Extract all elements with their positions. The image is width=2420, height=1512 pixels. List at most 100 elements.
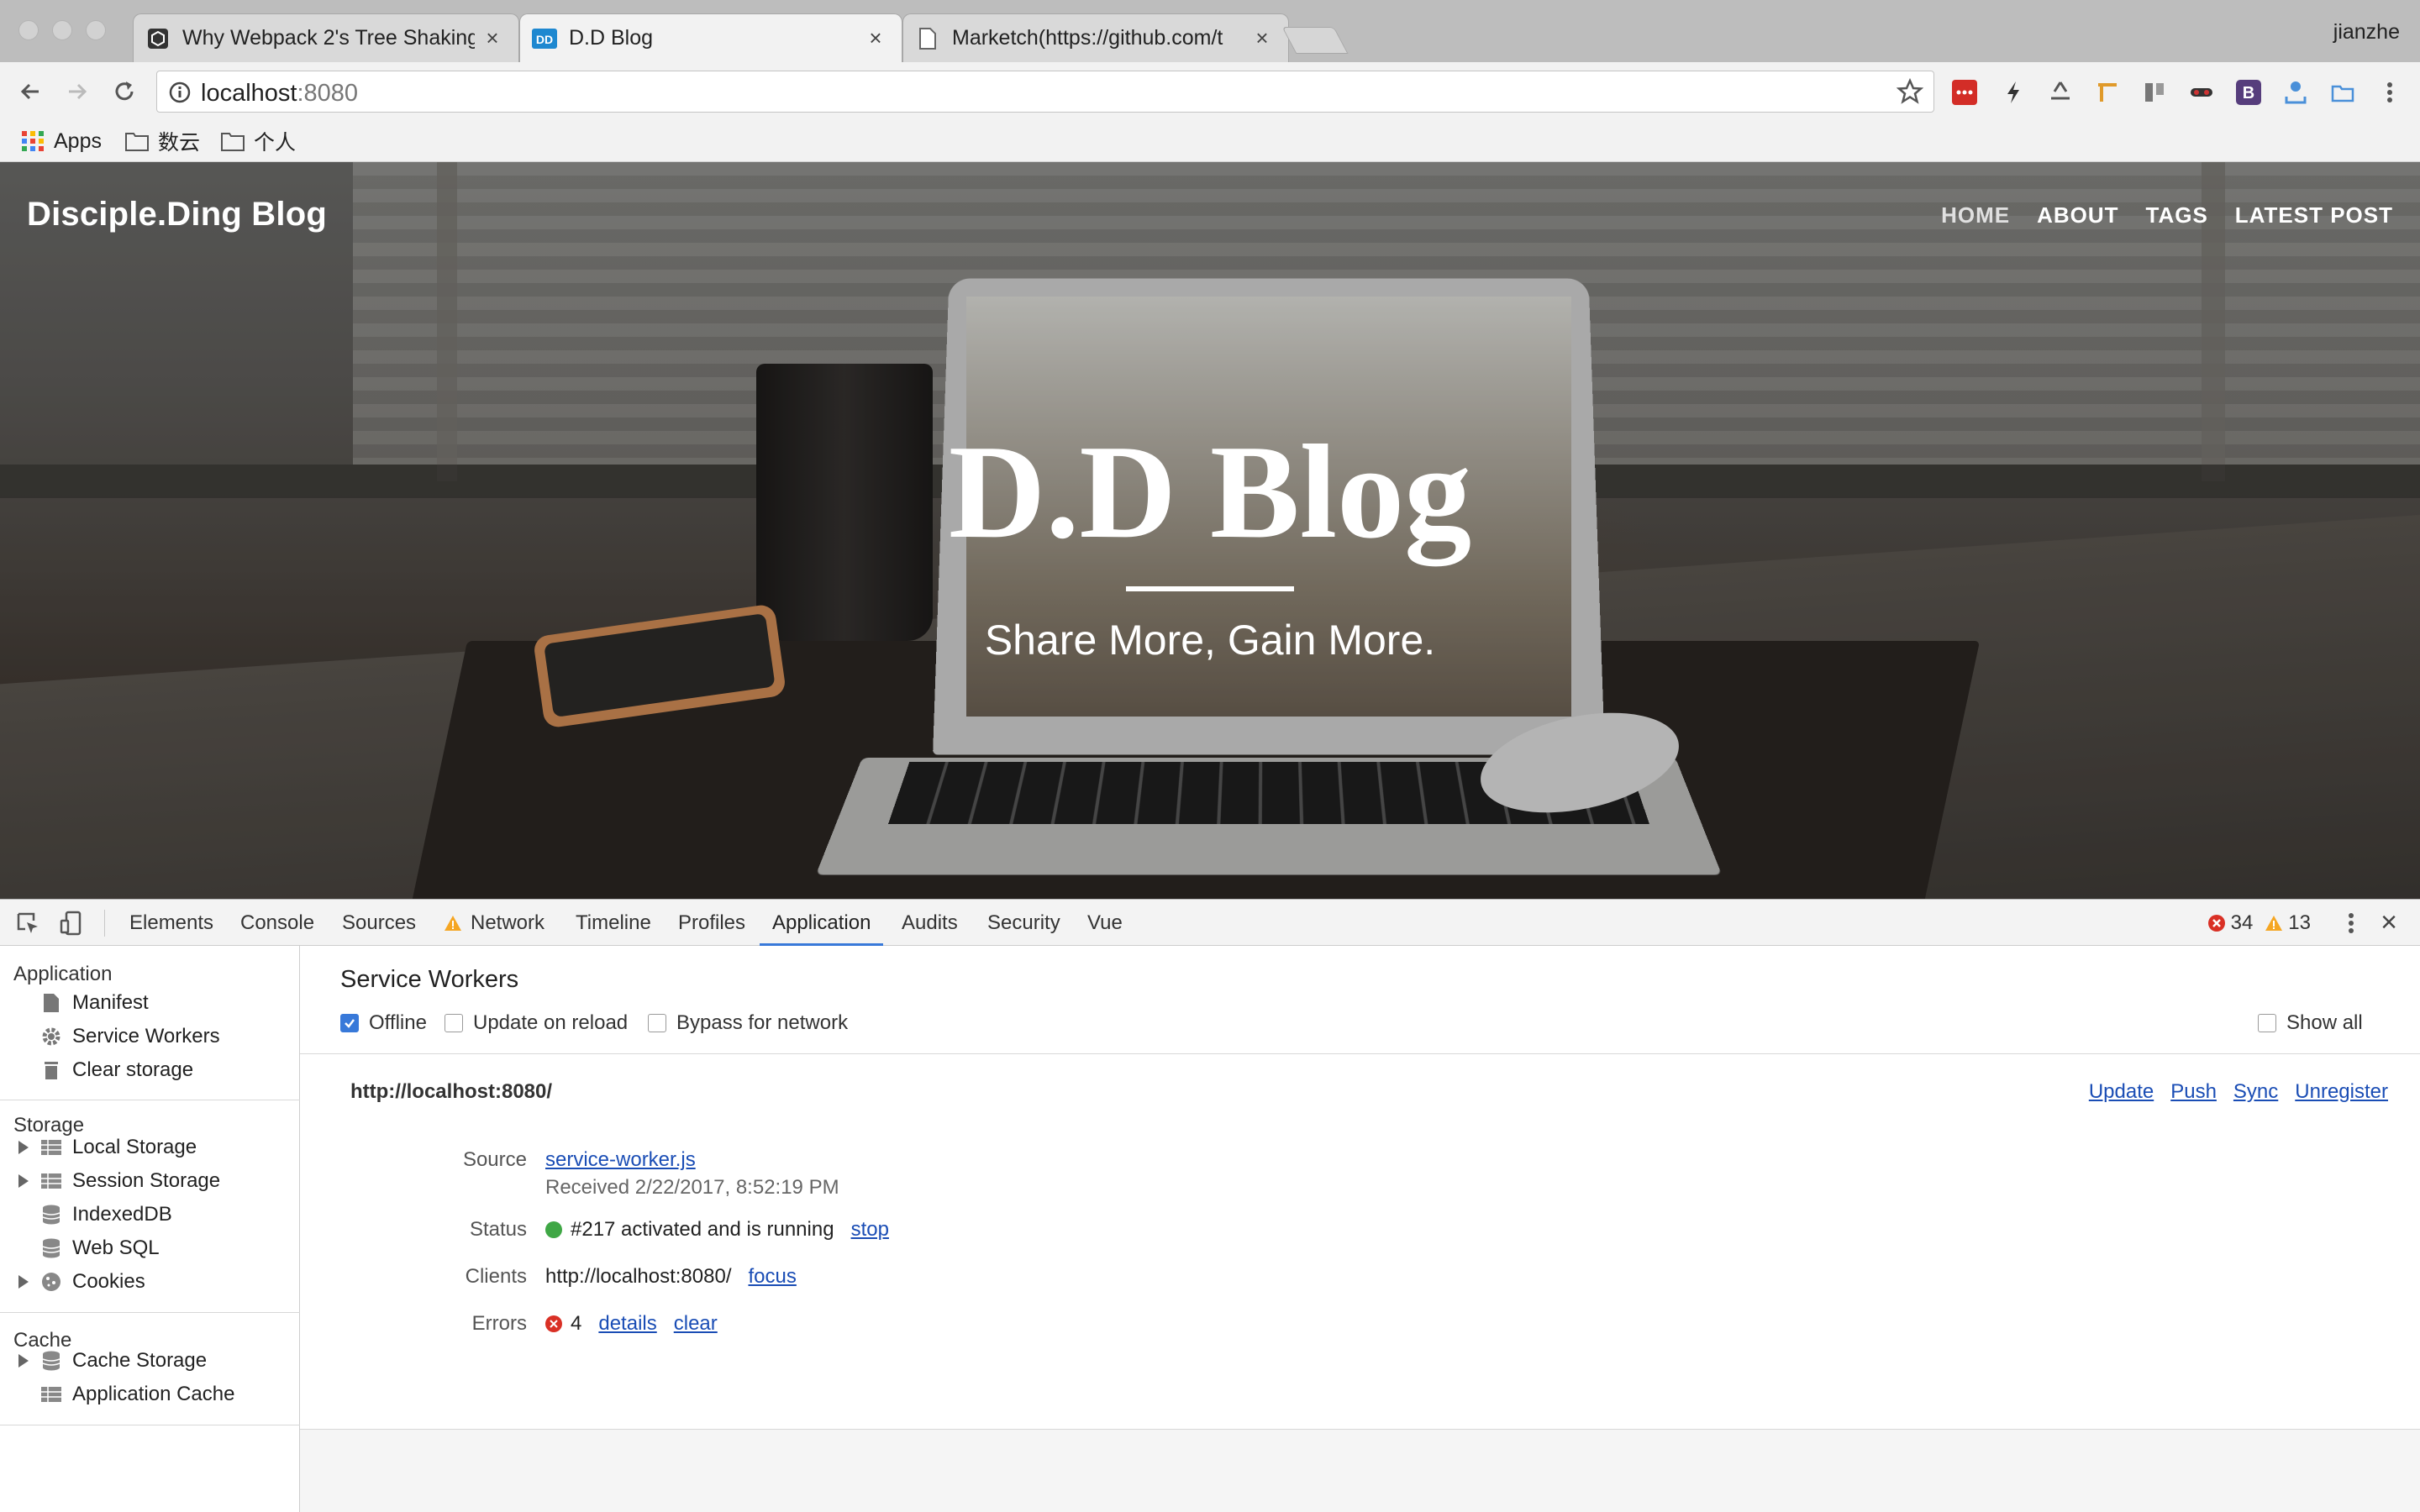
close-tab-icon[interactable]: × — [1251, 25, 1273, 50]
push-link[interactable]: Push — [2170, 1080, 2217, 1104]
bookmark-folder-geren[interactable]: 个人 — [220, 126, 296, 156]
folder-extension-icon[interactable] — [2329, 79, 2356, 106]
browser-tab-marketch[interactable]: Marketch(https://github.com/t × — [902, 13, 1289, 62]
blog-brand-link[interactable]: Disciple.Ding Blog — [27, 196, 327, 234]
browser-menu-icon[interactable] — [2376, 79, 2403, 106]
sidebar-item-indexeddb[interactable]: IndexedDB — [40, 1200, 172, 1230]
browser-tab-dd-blog[interactable]: DD D.D Blog × — [519, 13, 902, 62]
device-toolbar-icon[interactable] — [57, 910, 86, 937]
tab-network[interactable]: Network — [444, 900, 544, 946]
focus-link[interactable]: focus — [748, 1265, 796, 1289]
tab-application[interactable]: Application — [760, 900, 884, 946]
source-file-link[interactable]: service-worker.js — [545, 1148, 696, 1172]
cookie-icon — [42, 1273, 60, 1291]
document-icon — [915, 26, 940, 51]
tab-elements[interactable]: Elements — [129, 900, 213, 946]
sidebar-item-manifest[interactable]: Manifest — [40, 988, 149, 1018]
expand-triangle-icon[interactable] — [18, 1275, 29, 1289]
database-icon — [42, 1205, 60, 1225]
sidebar-item-session-storage[interactable]: Session Storage — [40, 1166, 220, 1196]
lastpass-extension-icon[interactable] — [1951, 79, 1978, 106]
update-on-reload-checkbox[interactable]: Update on reload — [445, 1011, 628, 1035]
update-link[interactable]: Update — [2089, 1080, 2154, 1104]
nav-latest-post-link[interactable]: LATEST POST — [2235, 202, 2393, 228]
folder-icon — [125, 133, 149, 151]
window-maximize-button[interactable] — [86, 20, 106, 40]
tab-sources[interactable]: Sources — [342, 900, 416, 946]
sidebar-item-local-storage[interactable]: Local Storage — [40, 1132, 197, 1163]
browser-tab-strip: Why Webpack 2's Tree Shaking × DD D.D Bl… — [0, 0, 2420, 62]
address-bar[interactable]: localhost:8080 — [156, 71, 1934, 113]
inspect-element-icon[interactable] — [13, 910, 42, 937]
ruler-extension-icon[interactable] — [2094, 79, 2121, 106]
errors-value: 4 details clear — [545, 1312, 718, 1336]
blog-hero: Disciple.Ding Blog HOME ABOUT TAGS LATES… — [0, 162, 2420, 899]
incognito-extension-icon[interactable] — [2188, 79, 2215, 106]
tab-audits[interactable]: Audits — [902, 900, 958, 946]
warning-icon — [445, 915, 461, 931]
database-icon — [42, 1238, 60, 1258]
warning-icon — [2265, 916, 2283, 931]
offline-checkbox[interactable]: Offline — [340, 1011, 427, 1035]
hero-subtitle: Share More, Gain More. — [984, 617, 1436, 664]
download-extension-icon[interactable] — [2282, 79, 2309, 106]
panel-divider — [300, 1053, 2420, 1054]
bootstrap-extension-icon[interactable]: B — [2235, 79, 2262, 106]
client-url: http://localhost:8080/ — [545, 1265, 732, 1288]
console-counts[interactable]: 34 13 — [2207, 911, 2311, 935]
tab-vue[interactable]: Vue — [1087, 900, 1123, 946]
bookmark-folder-shuyun[interactable]: 数云 — [124, 126, 200, 156]
bookmark-star-icon[interactable] — [1897, 78, 1923, 105]
checkbox-unchecked-icon[interactable] — [2258, 1014, 2276, 1032]
sidebar-item-cache-storage[interactable]: Cache Storage — [40, 1346, 207, 1376]
info-icon[interactable] — [169, 81, 191, 103]
hero-divider — [1126, 586, 1294, 591]
nav-tags-link[interactable]: TAGS — [2146, 202, 2208, 228]
tab-security[interactable]: Security — [987, 900, 1060, 946]
sidebar-item-web-sql[interactable]: Web SQL — [40, 1233, 160, 1263]
recycle-extension-icon[interactable] — [2047, 79, 2074, 106]
show-all-checkbox[interactable]: Show all — [2258, 1011, 2363, 1035]
forward-button[interactable] — [60, 75, 94, 108]
checkbox-unchecked-icon[interactable] — [648, 1014, 666, 1032]
nav-about-link[interactable]: ABOUT — [2037, 202, 2118, 228]
new-tab-button[interactable] — [1281, 27, 1349, 54]
window-close-button[interactable] — [18, 20, 39, 40]
lightning-extension-icon[interactable] — [2000, 79, 2027, 106]
close-tab-icon[interactable]: × — [865, 25, 886, 50]
expand-triangle-icon[interactable] — [18, 1141, 29, 1154]
error-count: 34 — [2230, 911, 2254, 934]
profile-name[interactable]: jianzhe — [2333, 20, 2400, 45]
tab-timeline[interactable]: Timeline — [576, 900, 651, 946]
reload-button[interactable] — [108, 75, 141, 108]
sidebar-item-clear-storage[interactable]: Clear storage — [40, 1055, 193, 1085]
tab-profiles[interactable]: Profiles — [678, 900, 745, 946]
checkbox-unchecked-icon[interactable] — [445, 1014, 463, 1032]
nav-home-link[interactable]: HOME — [1941, 202, 2010, 228]
close-tab-icon[interactable]: × — [481, 25, 503, 50]
expand-triangle-icon[interactable] — [18, 1174, 29, 1188]
devtools-menu-icon[interactable] — [2341, 910, 2361, 937]
sidebar-item-cookies[interactable]: Cookies — [40, 1267, 145, 1297]
error-details-link[interactable]: details — [598, 1312, 656, 1336]
back-button[interactable] — [13, 75, 47, 108]
tab-console[interactable]: Console — [240, 900, 314, 946]
sync-link[interactable]: Sync — [2233, 1080, 2278, 1104]
checkbox-checked-icon[interactable] — [340, 1014, 359, 1032]
stop-link[interactable]: stop — [851, 1218, 889, 1242]
window-minimize-button[interactable] — [52, 20, 72, 40]
close-devtools-icon[interactable]: × — [2375, 906, 2403, 938]
sidebar-item-application-cache[interactable]: Application Cache — [40, 1379, 234, 1410]
tab-title: D.D Blog — [569, 26, 654, 50]
browser-tab-webpack[interactable]: Why Webpack 2's Tree Shaking × — [133, 13, 519, 62]
bypass-for-network-checkbox[interactable]: Bypass for network — [648, 1011, 848, 1035]
reader-extension-icon[interactable] — [2141, 79, 2168, 106]
sidebar-divider — [0, 1312, 300, 1313]
error-clear-link[interactable]: clear — [674, 1312, 718, 1336]
unregister-link[interactable]: Unregister — [2295, 1080, 2388, 1104]
sidebar-item-service-workers[interactable]: Service Workers — [40, 1021, 220, 1052]
expand-triangle-icon[interactable] — [18, 1354, 29, 1368]
bookmark-apps[interactable]: Apps — [20, 126, 102, 156]
arrow-left-icon — [20, 83, 39, 100]
grid-table-icon — [41, 1140, 61, 1155]
